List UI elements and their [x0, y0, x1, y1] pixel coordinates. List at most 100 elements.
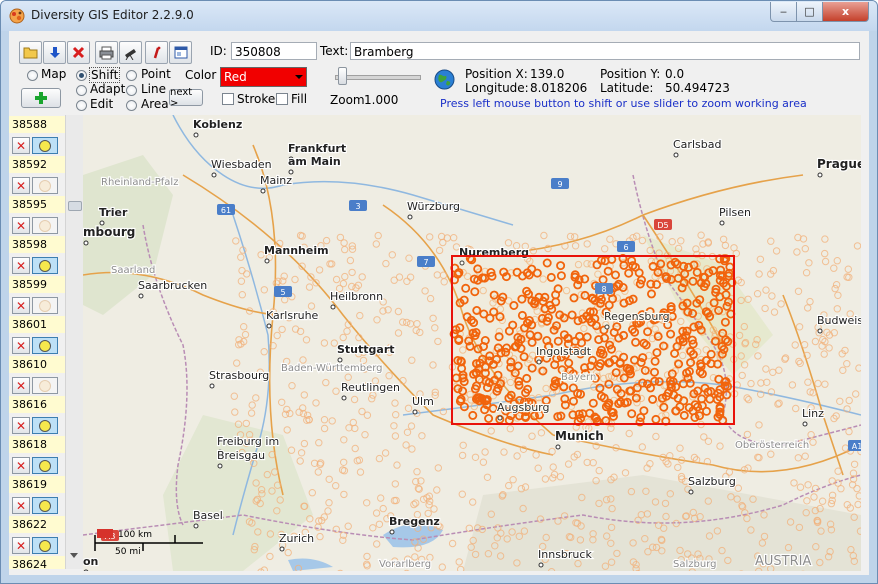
working-area-rectangle[interactable] [451, 255, 735, 425]
delete-x-icon: ✕ [15, 538, 27, 553]
latitude-label: Latitude: [600, 81, 654, 95]
delete-x-icon: ✕ [15, 338, 27, 353]
city-label: Stuttgart [337, 343, 395, 356]
list-item: ✕ 38622 [9, 495, 65, 535]
mode-shift-radio[interactable] [76, 70, 87, 81]
item-symbol-button[interactable] [32, 137, 58, 154]
title-bar[interactable]: Diversity GIS Editor 2.2.9.0 ‒ □ x [1, 1, 877, 31]
close-button[interactable]: x [822, 2, 869, 22]
remove-item-button[interactable]: ✕ [12, 497, 30, 514]
remove-item-button[interactable]: ✕ [12, 337, 30, 354]
text-field[interactable]: Bramberg [350, 42, 860, 60]
app-logo-icon [9, 8, 25, 24]
circle-symbol-icon [39, 299, 51, 312]
city-marker [193, 132, 199, 138]
stroke-checkbox[interactable] [222, 93, 234, 105]
city-marker [260, 188, 266, 194]
mode-edit-radio[interactable] [76, 100, 87, 111]
shape-line-radio[interactable] [126, 85, 137, 96]
mode-adapt-radio[interactable] [76, 85, 87, 96]
circle-symbol-icon [39, 139, 51, 152]
scale-km-label: 100 km [118, 530, 152, 540]
remove-item-button[interactable]: ✕ [12, 177, 30, 194]
fill-label: Fill [291, 92, 308, 106]
circle-symbol-icon [39, 539, 51, 552]
id-field[interactable]: 350808 [231, 42, 317, 60]
open-button[interactable] [19, 41, 42, 64]
item-symbol-button[interactable] [32, 177, 58, 194]
city-label: Mainz [260, 174, 292, 187]
zoom-slider-thumb[interactable] [338, 67, 347, 85]
item-symbol-button[interactable] [32, 417, 58, 434]
mode-map-radio[interactable] [27, 70, 38, 81]
color-dropdown[interactable]: Red [220, 67, 307, 87]
city-marker [412, 409, 418, 415]
delete-x-icon: ✕ [15, 458, 27, 473]
city-label: Heilbronn [330, 290, 383, 303]
list-item: ✕ 38618 [9, 415, 65, 455]
city-label: Bregenz [389, 515, 440, 528]
item-id: 38595 [9, 196, 65, 213]
list-item: ✕ 38601 [9, 295, 65, 335]
item-symbol-button[interactable] [32, 537, 58, 554]
map-view[interactable]: Koblenz Frankfurt am Main Wiesbaden Mainz Rhe… [83, 115, 861, 571]
item-id: 38618 [9, 436, 65, 453]
road-shield-label: 3 [355, 202, 360, 211]
delete-x-icon: ✕ [15, 218, 27, 233]
add-button[interactable] [21, 88, 61, 108]
scroll-thumb[interactable] [68, 201, 82, 211]
plus-icon [35, 92, 47, 104]
city-label: Frankfurt [288, 142, 346, 155]
remove-item-button[interactable]: ✕ [12, 257, 30, 274]
remove-item-button[interactable]: ✕ [12, 417, 30, 434]
remove-item-button[interactable]: ✕ [12, 297, 30, 314]
zoom-slider-track[interactable] [335, 75, 421, 80]
print-button[interactable] [95, 41, 118, 64]
city-label: Vorarlberg [379, 559, 431, 570]
item-id: 38616 [9, 396, 65, 413]
item-symbol-button[interactable] [32, 297, 58, 314]
scroll-down-arrow-icon[interactable] [70, 553, 78, 558]
shape-area-radio[interactable] [126, 100, 137, 111]
download-button[interactable] [43, 41, 66, 64]
circle-symbol-icon [39, 219, 51, 232]
circle-symbol-icon [39, 499, 51, 512]
road-shield-label: 7 [423, 258, 428, 267]
window-button[interactable] [169, 41, 192, 64]
item-symbol-button[interactable] [32, 337, 58, 354]
list-item: ✕ 38592 [9, 135, 65, 175]
item-symbol-button[interactable] [32, 377, 58, 394]
city-marker [209, 383, 215, 389]
remove-item-button[interactable]: ✕ [12, 377, 30, 394]
remove-item-button[interactable]: ✕ [12, 217, 30, 234]
circle-symbol-icon [39, 419, 51, 432]
road-shield: 61 [217, 204, 235, 215]
city-label: Baden-Württemberg [281, 363, 383, 374]
telescope-button[interactable] [119, 41, 142, 64]
item-id: 38622 [9, 516, 65, 533]
position-y-label: Position Y: [600, 67, 661, 81]
city-label: Wiesbaden [211, 158, 272, 171]
next-button[interactable]: next > [169, 87, 203, 109]
item-symbol-button[interactable] [32, 457, 58, 474]
city-label: Salzburg [673, 559, 716, 570]
remove-item-button[interactable]: ✕ [12, 537, 30, 554]
item-symbol-button[interactable] [32, 257, 58, 274]
road-shield: 9 [551, 178, 569, 189]
maximize-button[interactable]: □ [796, 2, 823, 22]
fill-checkbox[interactable] [276, 93, 288, 105]
city-marker [802, 421, 808, 427]
shape-point-radio[interactable] [126, 70, 137, 81]
item-symbol-button[interactable] [32, 497, 58, 514]
item-symbol-button[interactable] [32, 217, 58, 234]
city-label: Saarbrucken [138, 279, 207, 292]
remove-item-button[interactable]: ✕ [12, 137, 30, 154]
map-canvas[interactable]: Koblenz Frankfurtam Main Wiesbaden Mainz Rhe… [83, 115, 861, 571]
list-scrollbar[interactable] [65, 115, 83, 569]
info-button[interactable] [145, 41, 168, 64]
minimize-button[interactable]: ‒ [770, 2, 797, 22]
circle-symbol-icon [39, 459, 51, 472]
delete-button[interactable] [67, 41, 90, 64]
remove-item-button[interactable]: ✕ [12, 457, 30, 474]
minimize-icon: ‒ [780, 5, 787, 18]
